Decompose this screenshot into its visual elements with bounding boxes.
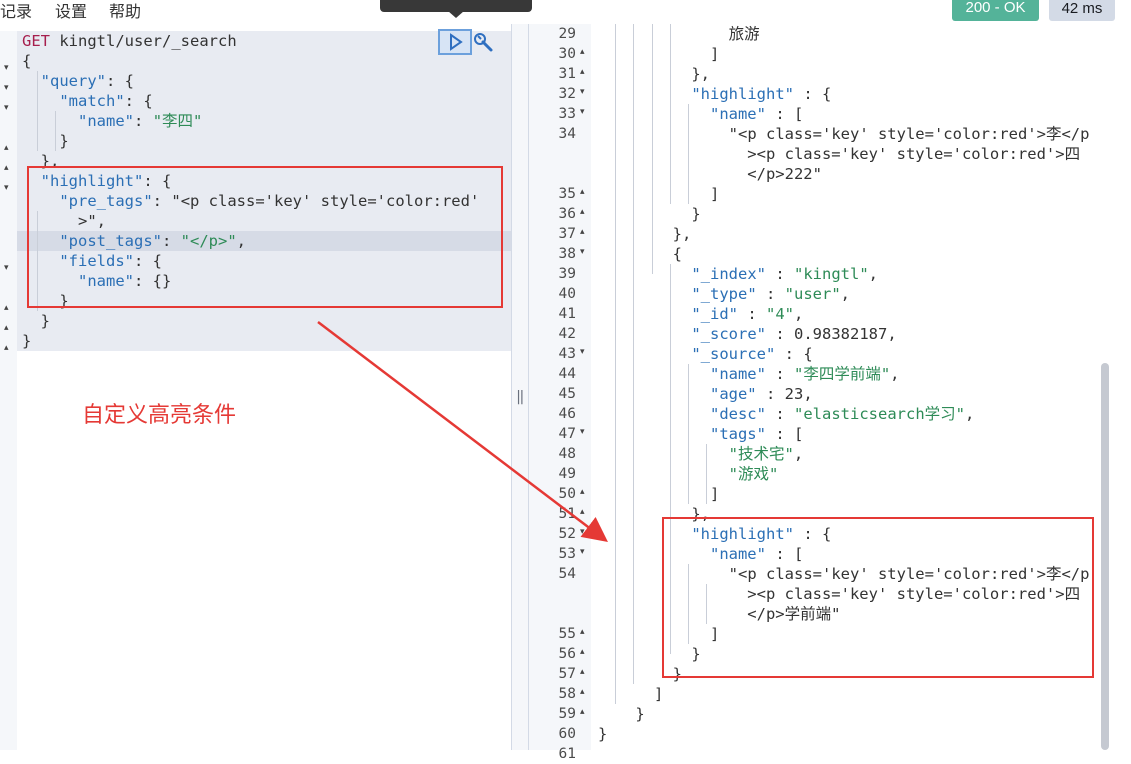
fold-toggle-icon[interactable]: ▴ [4, 163, 9, 173]
fold-toggle-icon[interactable]: ▾ [4, 83, 9, 93]
fold-toggle-icon[interactable]: ▴ [4, 143, 9, 153]
fold-toggle-icon[interactable]: ▴ [4, 303, 9, 313]
fold-toggle-icon[interactable]: ▾ [4, 103, 9, 113]
fold-toggle-icon[interactable]: ▾ [4, 63, 9, 73]
annotation-arrow [317, 321, 608, 543]
fold-toggle-icon[interactable]: ▾ [4, 263, 9, 273]
fold-toggle-icon[interactable]: ▾ [4, 183, 9, 193]
fold-toggle-icon[interactable]: ▴ [4, 343, 9, 353]
fold-toggle-icon[interactable]: ▴ [4, 323, 9, 333]
